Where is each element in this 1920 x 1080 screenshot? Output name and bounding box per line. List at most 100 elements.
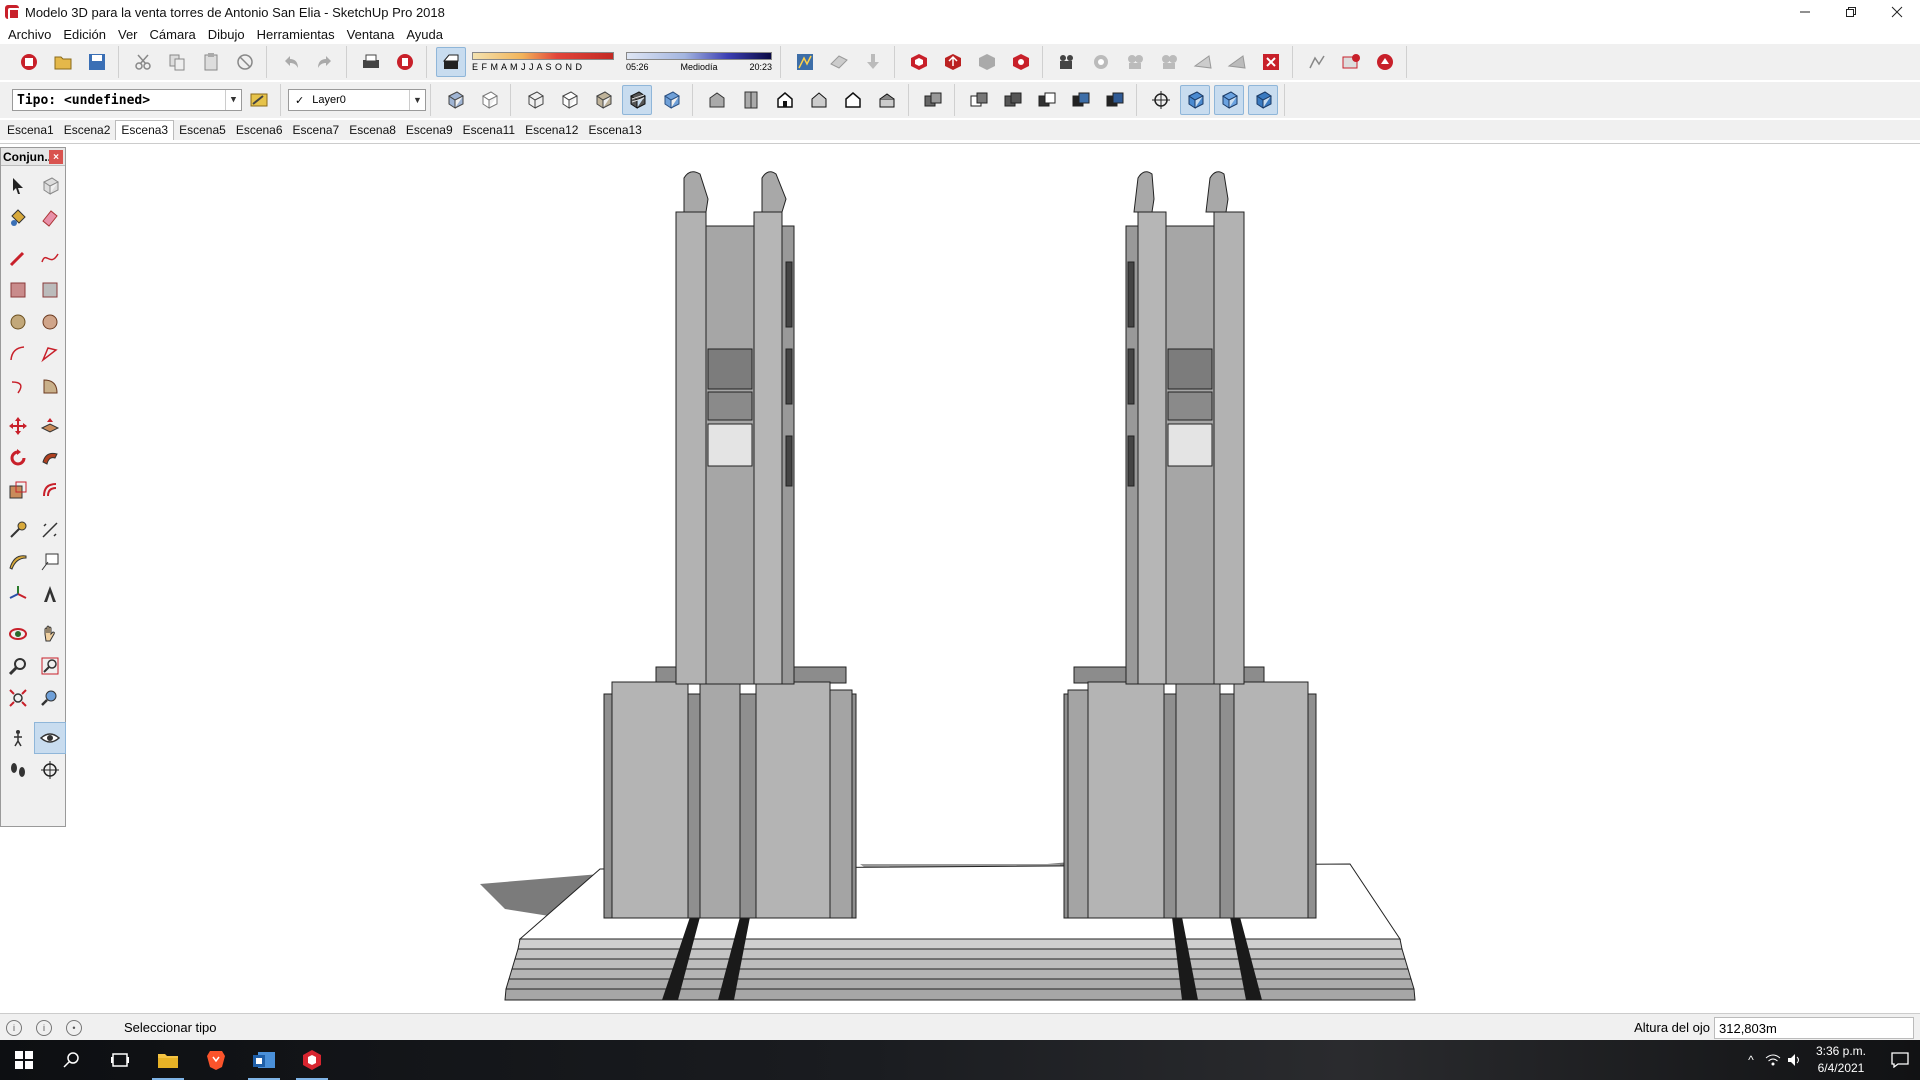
menu-ventana[interactable]: Ventana xyxy=(341,27,401,42)
pie-tool-button[interactable] xyxy=(34,370,66,402)
file-explorer-button[interactable] xyxy=(144,1040,192,1080)
split-button[interactable] xyxy=(1100,85,1130,115)
style-edit-button[interactable] xyxy=(244,85,274,115)
tool-b-button[interactable] xyxy=(1120,47,1150,77)
menu-dibujo[interactable]: Dibujo xyxy=(202,27,251,42)
monochrome-button[interactable] xyxy=(656,85,686,115)
time-slider[interactable]: 05:26 Mediodía 20:23 xyxy=(626,52,772,72)
cut-button[interactable] xyxy=(128,47,158,77)
new-model-button[interactable] xyxy=(14,47,44,77)
display-section-planes-button[interactable] xyxy=(1180,85,1210,115)
brave-browser-button[interactable] xyxy=(192,1040,240,1080)
task-view-button[interactable] xyxy=(96,1040,144,1080)
outlook-button[interactable] xyxy=(240,1040,288,1080)
start-button[interactable] xyxy=(0,1040,48,1080)
paint-bucket-button[interactable] xyxy=(2,202,34,234)
share-component-button[interactable] xyxy=(972,47,1002,77)
two-point-arc-button[interactable] xyxy=(34,338,66,370)
match-photo-button[interactable] xyxy=(790,47,820,77)
top-view-button[interactable] xyxy=(736,85,766,115)
circle-tool-button[interactable] xyxy=(2,306,34,338)
sketchup-taskbar-button[interactable] xyxy=(288,1040,336,1080)
scene-tab-active[interactable]: Escena3 xyxy=(115,120,175,140)
follow-me-button[interactable] xyxy=(34,442,66,474)
restore-button[interactable] xyxy=(1828,0,1874,24)
model-viewport[interactable] xyxy=(0,143,1920,1011)
arc-tool-button[interactable] xyxy=(2,338,34,370)
paste-button[interactable] xyxy=(196,47,226,77)
move-tool-button[interactable] xyxy=(2,410,34,442)
scene-tab[interactable]: Escena6 xyxy=(231,121,288,140)
freehand-tool-button[interactable] xyxy=(34,242,66,274)
open-button[interactable] xyxy=(48,47,78,77)
tool-e-button[interactable] xyxy=(1222,47,1252,77)
wifi-icon[interactable] xyxy=(1762,1040,1784,1080)
iso-view-button[interactable] xyxy=(702,85,732,115)
sandbox-stamp-button[interactable] xyxy=(858,47,888,77)
search-button[interactable] xyxy=(48,1040,96,1080)
stop-button[interactable] xyxy=(1256,47,1286,77)
shadows-toggle-button[interactable] xyxy=(436,47,466,77)
month-slider-bar[interactable] xyxy=(472,52,614,60)
volume-icon[interactable] xyxy=(1784,1040,1806,1080)
pan-tool-button[interactable] xyxy=(34,618,66,650)
geo-location-icon[interactable]: i xyxy=(6,1019,22,1036)
shaded-textures-button[interactable] xyxy=(622,85,652,115)
3d-text-button[interactable] xyxy=(34,578,66,610)
close-button[interactable] xyxy=(1874,0,1920,24)
get-models-button[interactable] xyxy=(904,47,934,77)
make-component-button[interactable] xyxy=(34,170,66,202)
scene-tab[interactable]: Escena5 xyxy=(174,121,231,140)
three-point-arc-button[interactable] xyxy=(2,370,34,402)
walk-tool-button[interactable] xyxy=(2,754,34,786)
menu-camara[interactable]: Cámara xyxy=(144,27,202,42)
menu-archivo[interactable]: Archivo xyxy=(2,27,57,42)
zoom-window-button[interactable] xyxy=(34,650,66,682)
zoom-tool-button[interactable] xyxy=(2,650,34,682)
tool-g-button[interactable] xyxy=(1336,47,1366,77)
menu-edicion[interactable]: Edición xyxy=(57,27,112,42)
palette-close-icon[interactable]: × xyxy=(49,150,63,164)
model-info-button[interactable] xyxy=(390,47,420,77)
eraser-button[interactable] xyxy=(34,202,66,234)
xray-button[interactable] xyxy=(440,85,470,115)
time-slider-bar[interactable] xyxy=(626,52,772,60)
display-section-fill-button[interactable] xyxy=(1248,85,1278,115)
scene-tab[interactable]: Escena13 xyxy=(583,121,646,140)
month-slider[interactable]: E F M A M J J A S O N D xyxy=(472,52,614,72)
rectangle-tool-button[interactable] xyxy=(2,274,34,306)
scene-tab[interactable]: Escena2 xyxy=(59,121,116,140)
left-view-button[interactable] xyxy=(872,85,902,115)
user-account-icon[interactable]: • xyxy=(66,1019,82,1036)
tool-c-button[interactable] xyxy=(1154,47,1184,77)
style-dropdown[interactable]: Tipo: <undefined> ▼ xyxy=(12,89,242,111)
polygon-tool-button[interactable] xyxy=(34,306,66,338)
camera-button[interactable] xyxy=(1052,47,1082,77)
menu-ver[interactable]: Ver xyxy=(112,27,144,42)
wireframe-button[interactable] xyxy=(520,85,550,115)
scene-tab[interactable]: Escena7 xyxy=(288,121,345,140)
undo-button[interactable] xyxy=(276,47,306,77)
intersect-button[interactable] xyxy=(964,85,994,115)
sandbox-drape-button[interactable] xyxy=(824,47,854,77)
display-section-cuts-button[interactable] xyxy=(1214,85,1244,115)
scene-tab[interactable]: Escena9 xyxy=(401,121,458,140)
chevron-up-icon[interactable]: ^ xyxy=(1740,1040,1762,1080)
copy-button[interactable] xyxy=(162,47,192,77)
offset-tool-button[interactable] xyxy=(34,474,66,506)
erase-button[interactable] xyxy=(230,47,260,77)
tool-a-button[interactable] xyxy=(1086,47,1116,77)
hidden-line-button[interactable] xyxy=(554,85,584,115)
scene-tab[interactable]: Escena12 xyxy=(520,121,583,140)
protractor-button[interactable] xyxy=(2,546,34,578)
layer-dropdown[interactable]: ✓ Layer0 ▼ xyxy=(288,89,426,111)
orbit-tool-button[interactable] xyxy=(2,618,34,650)
trim-button[interactable] xyxy=(1066,85,1096,115)
back-view-button[interactable] xyxy=(838,85,868,115)
line-tool-button[interactable] xyxy=(2,242,34,274)
redo-button[interactable] xyxy=(310,47,340,77)
menu-herramientas[interactable]: Herramientas xyxy=(251,27,341,42)
dimension-tool-button[interactable] xyxy=(34,514,66,546)
minimize-button[interactable] xyxy=(1782,0,1828,24)
taskbar-clock[interactable]: 3:36 p.m. 6/4/2021 xyxy=(1816,1043,1866,1077)
